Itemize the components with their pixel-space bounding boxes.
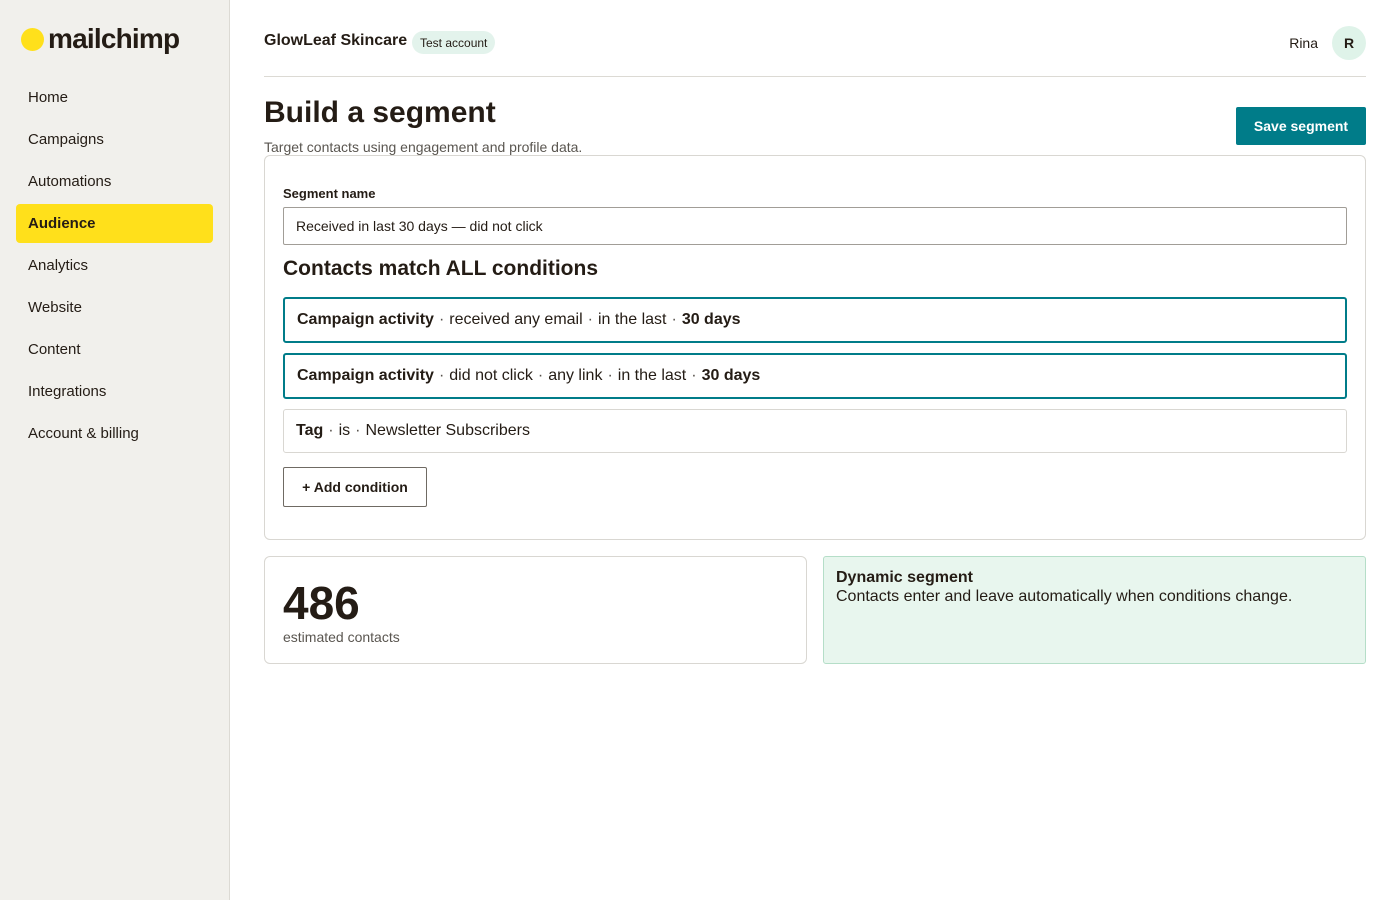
sidebar-item-website[interactable]: Website [16, 288, 213, 327]
separator: · [587, 311, 593, 328]
condition-value: 30 days [701, 367, 761, 384]
user-name[interactable]: Rina [1289, 35, 1318, 51]
separator: · [438, 311, 445, 328]
conditions-heading: Contacts match ALL conditions [283, 257, 599, 280]
top-bar: GlowLeaf Skincare Test account Rina R [264, 24, 1366, 61]
condition-target: any link [548, 367, 603, 384]
sidebar-item-analytics[interactable]: Analytics [16, 246, 213, 285]
condition-operator: did not click [449, 367, 533, 384]
contact-count-label: estimated contacts [283, 629, 400, 645]
condition-field: Campaign activity [297, 367, 434, 384]
test-account-badge: Test account [412, 31, 496, 54]
avatar[interactable]: R [1332, 26, 1366, 60]
condition-field: Campaign activity [297, 311, 434, 328]
info-text: Contacts enter and leave automatically w… [836, 588, 1293, 605]
segment-builder-card: Segment name Contacts match ALL conditio… [264, 155, 1366, 540]
separator: · [691, 367, 697, 384]
condition-row-received[interactable]: Campaign activity · received any email ·… [283, 297, 1347, 343]
page-title: Build a segment [264, 96, 496, 129]
brand-name: mailchimp [48, 23, 180, 54]
page-subtitle: Target contacts using engagement and pro… [264, 139, 583, 155]
sidebar-item-integrations[interactable]: Integrations [16, 372, 213, 411]
sidebar-nav: Home Campaigns Automations Audience Anal… [16, 78, 213, 456]
separator: · [671, 311, 677, 328]
separator: · [328, 422, 334, 439]
sidebar-item-audience[interactable]: Audience [16, 204, 213, 243]
condition-operator: is [338, 422, 351, 439]
sidebar: mailchimp Home Campaigns Automations Aud… [0, 0, 230, 900]
condition-value: 30 days [681, 311, 741, 328]
condition-scope: in the last [617, 367, 687, 384]
condition-field: Tag [296, 422, 324, 439]
sidebar-item-home[interactable]: Home [16, 78, 213, 117]
condition-operator: received any email [449, 311, 583, 328]
separator: · [537, 367, 544, 384]
contact-count: 486 [283, 577, 360, 629]
sidebar-item-campaigns[interactable]: Campaigns [16, 120, 213, 159]
add-condition-button[interactable]: + Add condition [283, 467, 427, 507]
save-segment-button[interactable]: Save segment [1236, 107, 1366, 145]
segment-name-input[interactable] [283, 207, 1347, 245]
brand-logo[interactable]: mailchimp [21, 22, 180, 56]
org-name: GlowLeaf Skincare [264, 32, 408, 49]
header-divider [264, 76, 1366, 77]
condition-value: Newsletter Subscribers [365, 422, 530, 439]
separator: · [355, 422, 361, 439]
estimated-contacts-card: 486 estimated contacts [264, 556, 807, 664]
sidebar-item-content[interactable]: Content [16, 330, 213, 369]
sidebar-item-automations[interactable]: Automations [16, 162, 213, 201]
info-title: Dynamic segment [836, 569, 973, 586]
condition-scope: in the last [598, 311, 667, 328]
segment-name-label: Segment name [283, 186, 376, 201]
separator: · [607, 367, 613, 384]
condition-row-did-not-click[interactable]: Campaign activity · did not click · any … [283, 353, 1347, 399]
condition-row-tag[interactable]: Tag · is · Newsletter Subscribers [283, 409, 1347, 453]
sidebar-item-account-billing[interactable]: Account & billing [16, 414, 213, 453]
logo-dot-icon [21, 27, 44, 51]
dynamic-segment-info: Dynamic segment Contacts enter and leave… [823, 556, 1366, 664]
separator: · [438, 367, 445, 384]
